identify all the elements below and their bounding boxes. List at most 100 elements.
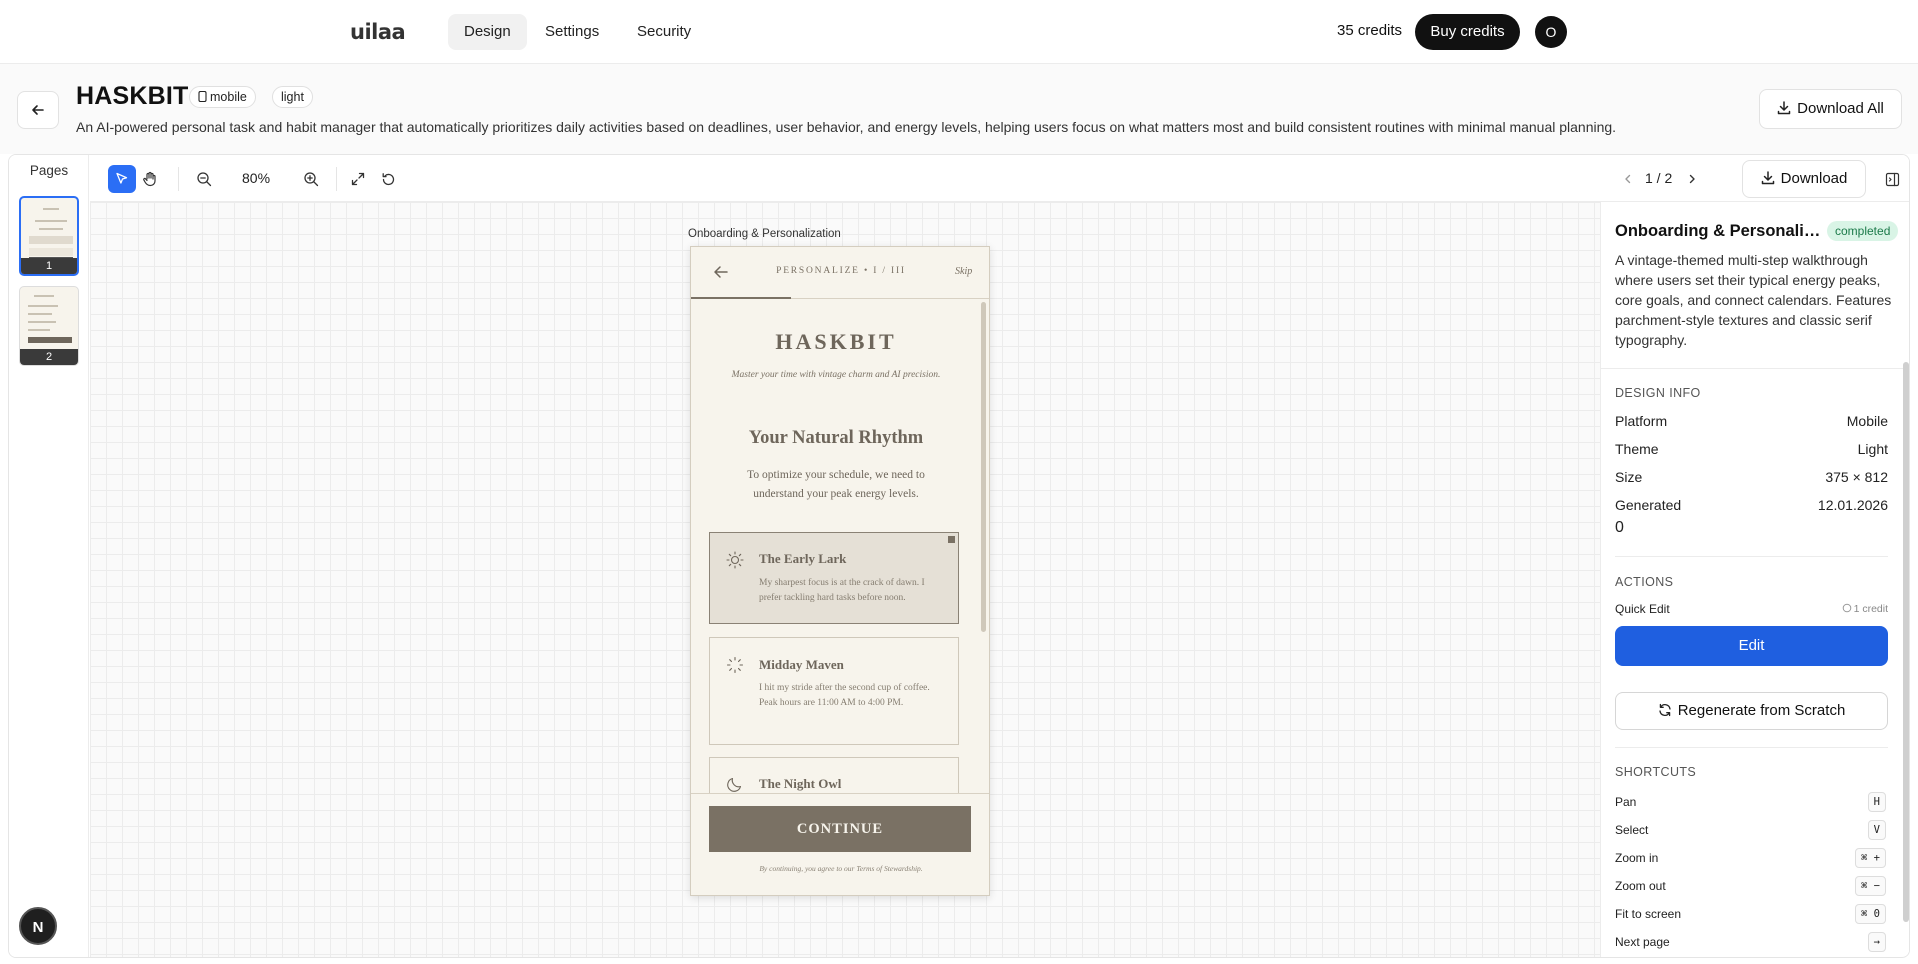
thumb-line (35, 220, 67, 222)
cursor-icon (116, 172, 128, 184)
thumb-line (28, 305, 58, 307)
tab-settings[interactable]: Settings (529, 14, 615, 50)
download-icon (1777, 101, 1791, 115)
refresh-icon (1659, 703, 1671, 717)
back-button[interactable] (17, 91, 59, 129)
platform-badge: mobile (189, 86, 256, 108)
option-description: I hit my stride after the second cup of … (759, 683, 930, 708)
chevron-left-icon (1625, 174, 1631, 184)
info-label: Generated (1615, 497, 1682, 513)
credits-count: 35 credits (1337, 22, 1403, 39)
regenerate-button[interactable]: Regenerate from Scratch (1615, 692, 1888, 730)
screen-title: Onboarding & Personaliza... (1615, 222, 1825, 240)
onboarding-header: PERSONALIZE • I / III Skip (691, 247, 989, 299)
page-thumbnail-1[interactable]: 1 (19, 196, 79, 276)
select-tool-button[interactable] (108, 165, 136, 193)
page-thumbnail-2[interactable]: 2 (19, 286, 79, 366)
section-subheading: To optimize your schedule, we need to un… (747, 469, 925, 500)
design-header: HASKBIT mobile light An AI-powered perso… (0, 64, 1918, 154)
shortcut-label: Next page (1615, 935, 1670, 949)
hand-icon (143, 171, 156, 187)
shortcut-key: V (1867, 820, 1886, 840)
thumb-line (28, 329, 50, 331)
info-value: Light (1857, 441, 1888, 457)
step-indicator: PERSONALIZE • I / III (776, 266, 906, 276)
n-badge-button[interactable]: N (19, 907, 57, 945)
regenerate-label: Regenerate from Scratch (1677, 702, 1846, 719)
avatar[interactable]: O (1535, 16, 1567, 48)
option-title: The Night Owl (759, 776, 842, 791)
quick-edit-cost-label: 1 credit (1853, 603, 1888, 615)
phone-frame[interactable]: PERSONALIZE • I / III Skip HASKBIT Maste… (690, 246, 990, 896)
screen-description: A vintage-themed multi-step walkthrough … (1615, 252, 1892, 348)
quick-edit-cost: 1 credit (1801, 603, 1888, 615)
shortcut-key: ⌘ + (1855, 848, 1886, 868)
design-canvas[interactable]: Onboarding & Personalization PERSONALIZE… (90, 202, 1600, 957)
arrow-left-icon (32, 105, 44, 115)
app-logo[interactable]: uilaa (350, 20, 406, 44)
info-label: Size (1615, 469, 1643, 485)
phone-icon (198, 90, 207, 103)
skip-link[interactable]: Skip (955, 266, 972, 277)
coin-icon (1842, 603, 1851, 613)
option-title: Midday Maven (759, 657, 844, 672)
divider (1615, 556, 1888, 557)
shortcut-label: Pan (1615, 795, 1637, 809)
zoom-level: 80% (242, 170, 271, 186)
pages-title: Pages (29, 163, 69, 178)
zoom-in-button[interactable] (297, 165, 325, 193)
next-page-button[interactable] (1678, 165, 1706, 193)
download-all-button[interactable]: Download All (1759, 89, 1902, 129)
continue-button[interactable]: CONTINUE (709, 806, 971, 852)
fit-screen-button[interactable] (344, 165, 372, 193)
pan-tool-button[interactable] (136, 165, 164, 193)
page-number: 2 (20, 349, 78, 365)
chevron-right-icon (1689, 174, 1695, 184)
workspace: Pages 1 2 N 80% 1 / 2 Download Onboardin… (8, 154, 1910, 958)
option-midday-maven[interactable]: Midday Maven I hit my stride after the s… (709, 637, 959, 745)
divider (1601, 368, 1909, 369)
zoom-in-icon (304, 172, 319, 187)
edit-button[interactable]: Edit (1615, 626, 1888, 666)
theme-badge: light (272, 86, 313, 108)
thumb-button (28, 337, 72, 343)
top-nav: uilaa Design Settings Security 35 credit… (0, 0, 1918, 64)
phone-scrollbar[interactable] (981, 302, 986, 632)
option-description: My sharpest focus is at the crack of daw… (759, 578, 925, 603)
design-info-heading: DESIGN INFO (1615, 386, 1701, 400)
reset-view-button[interactable] (374, 165, 402, 193)
shortcut-key: ⌘ 0 (1855, 904, 1886, 924)
page-title: HASKBIT (76, 82, 189, 110)
page-indicator: 1 / 2 (1645, 170, 1673, 186)
tab-security[interactable]: Security (621, 14, 707, 50)
divider (1615, 747, 1888, 748)
toggle-panel-button[interactable] (1878, 165, 1906, 193)
brand-name: HASKBIT (775, 329, 897, 354)
option-early-lark[interactable]: The Early Lark My sharpest focus is at t… (709, 532, 959, 624)
design-description: An AI-powered personal task and habit ma… (76, 119, 1617, 135)
status-badge: completed (1827, 221, 1899, 241)
info-value: 375 × 812 (1825, 469, 1888, 485)
tab-design[interactable]: Design (448, 14, 527, 50)
moon-icon (727, 777, 742, 792)
platform-badge-label: mobile (210, 90, 247, 104)
shortcut-label: Select (1615, 823, 1649, 837)
shortcut-key: → (1867, 932, 1886, 952)
zoom-out-icon (197, 172, 212, 187)
prev-page-button[interactable] (1614, 165, 1642, 193)
zoom-out-button[interactable] (190, 165, 218, 193)
option-title: The Early Lark (759, 551, 847, 566)
buy-credits-button[interactable]: Buy credits (1415, 14, 1520, 50)
download-button[interactable]: Download (1742, 160, 1866, 198)
onboarding-footer: CONTINUE By continuing, you agree to our… (691, 793, 989, 895)
thumb-line (39, 228, 63, 230)
details-panel: Onboarding & Personaliza... completed A … (1600, 202, 1909, 957)
shortcut-key: H (1867, 792, 1886, 812)
frame-label: Onboarding & Personalization (688, 228, 841, 240)
actions-heading: ACTIONS (1615, 575, 1674, 589)
thumb-card (29, 236, 73, 244)
thumb-line (28, 321, 56, 323)
thumb-line (43, 208, 59, 210)
progress-bar (691, 297, 791, 299)
panel-scrollbar[interactable] (1903, 362, 1909, 922)
